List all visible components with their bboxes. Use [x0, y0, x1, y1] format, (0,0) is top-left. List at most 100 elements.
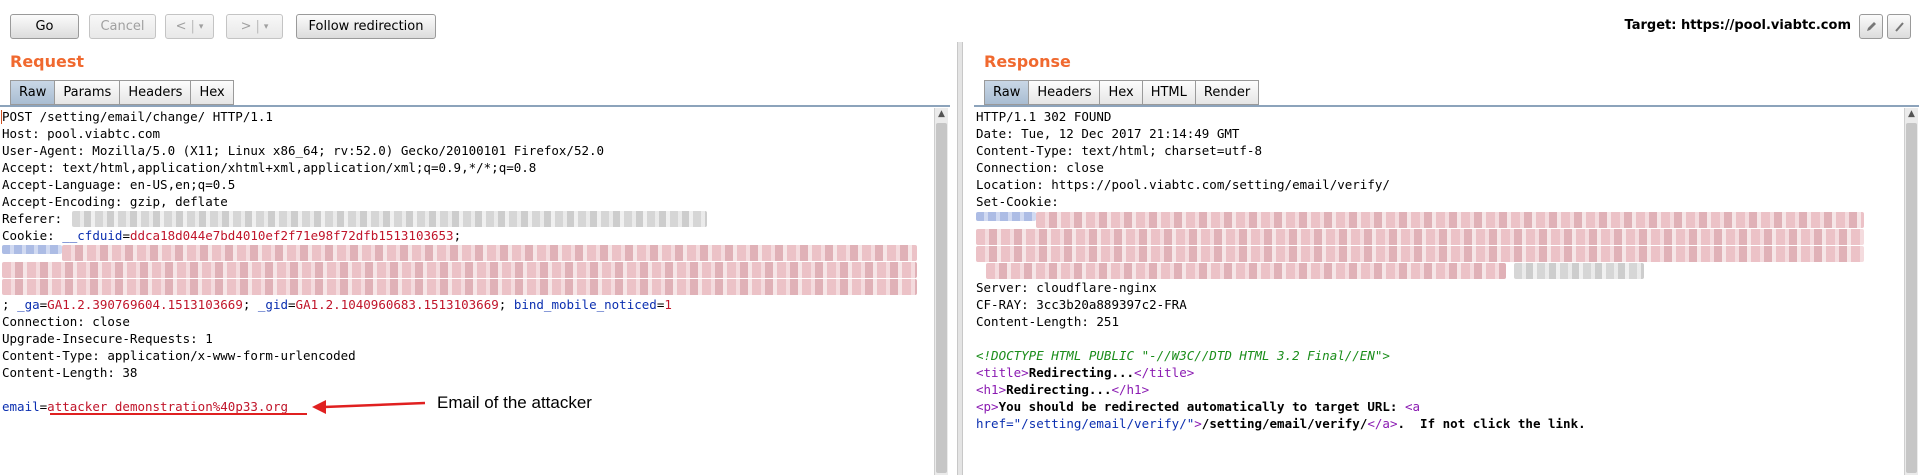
response-tab-hex[interactable]: Hex	[1100, 80, 1143, 105]
gid-sep: ;	[242, 297, 258, 312]
text-caret	[1, 110, 2, 124]
response-href-line: href="/setting/email/verify/">/setting/e…	[976, 415, 1586, 432]
request-scrollbar[interactable]: ▲	[934, 108, 948, 475]
request-editor[interactable]: POST /setting/email/change/ HTTP/1.1 Hos…	[0, 108, 934, 475]
request-line: Accept: text/html,application/xhtml+xml,…	[2, 160, 537, 175]
ga-name: _ga	[17, 297, 40, 312]
response-tab-underline	[974, 105, 1919, 107]
redacted-set-cookie	[1514, 263, 1644, 279]
response-line: Date: Tue, 12 Dec 2017 21:14:49 GMT	[976, 126, 1240, 141]
response-line: Set-Cookie:	[976, 194, 1059, 209]
a-gt: >	[1194, 416, 1202, 431]
cookie-value: ddca18d044e7bd4010ef2f71e98f72dfb1513103…	[129, 228, 454, 243]
request-line: User-Agent: Mozilla/5.0 (X11; Linux x86_…	[2, 143, 605, 158]
request-line: Accept-Encoding: gzip, deflate	[2, 194, 228, 209]
annotation-label: Email of the attacker	[437, 393, 592, 412]
pencil-icon[interactable]	[1859, 14, 1883, 39]
go-label: Go	[35, 19, 54, 34]
request-line: Referer:	[2, 211, 63, 226]
body-param-value: attacker_demonstration%40p33.org	[47, 399, 288, 414]
annotation-arrow-icon	[312, 400, 426, 414]
request-line: POST /setting/email/change/ HTTP/1.1	[2, 109, 273, 124]
cancel-label: Cancel	[100, 19, 145, 34]
cancel-button[interactable]: Cancel	[89, 14, 156, 39]
bind-sep: ;	[498, 297, 514, 312]
a-close-tag: </a>	[1367, 416, 1398, 431]
title-close-tag: </title>	[1134, 365, 1195, 380]
request-line: Connection: close	[2, 314, 130, 329]
forward-arrow-icon: >	[240, 19, 252, 34]
cookie-label: Cookie:	[2, 228, 63, 243]
redacted-cookie	[2, 245, 62, 254]
ga-value: GA1.2.390769604.1513103669	[47, 297, 243, 312]
redacted-cookie	[62, 245, 917, 261]
response-title: Response	[984, 52, 1071, 71]
response-scrollbar[interactable]: ▲	[1904, 108, 1918, 475]
follow-redirection-label: Follow redirection	[308, 19, 424, 34]
gid-eq: =	[288, 297, 296, 312]
request-tabs: Raw Params Headers Hex	[10, 80, 234, 105]
request-line: Accept-Language: en-US,en;q=0.5	[2, 177, 236, 192]
href-value: "/setting/email/verify/"	[1013, 416, 1195, 431]
response-tab-headers[interactable]: Headers	[1029, 80, 1101, 105]
scroll-up-arrow-icon[interactable]: ▲	[935, 108, 948, 121]
bind-value: 1	[664, 297, 672, 312]
cookie-eq: =	[122, 228, 130, 243]
redacted-set-cookie	[976, 229, 1864, 245]
response-line: Content-Type: text/html; charset=utf-8	[976, 143, 1262, 158]
p-open-tag: <p>	[976, 399, 999, 414]
request-line: Content-Length: 38	[2, 365, 138, 380]
back-button[interactable]: < | ▾	[165, 14, 214, 39]
request-tab-underline	[0, 105, 950, 107]
redacted-set-cookie	[986, 263, 1506, 279]
title-open-tag: <title>	[976, 365, 1029, 380]
forward-history-dropdown-icon[interactable]: ▾	[264, 22, 269, 32]
response-line: Connection: close	[976, 160, 1104, 175]
tail-text: . If not click the link.	[1397, 416, 1586, 431]
response-line: Location: https://pool.viabtc.com/settin…	[976, 177, 1390, 192]
redacted-cookie	[2, 279, 917, 295]
redacted-cookie	[2, 262, 917, 278]
response-line: HTTP/1.1 302 FOUND	[976, 109, 1112, 124]
response-doctype-line: <!DOCTYPE HTML PUBLIC "-//W3C//DTD HTML …	[976, 348, 1390, 363]
response-tab-raw[interactable]: Raw	[984, 80, 1030, 105]
response-title-line: <title>Redirecting...</title>	[976, 364, 1194, 381]
request-tab-hex[interactable]: Hex	[191, 80, 234, 105]
follow-redirection-button[interactable]: Follow redirection	[296, 14, 436, 39]
cookie-name: __cfduid	[62, 228, 123, 243]
redacted-set-cookie	[976, 212, 1036, 221]
title-text: Redirecting...	[1028, 365, 1135, 380]
request-line: Content-Type: application/x-www-form-url…	[2, 348, 356, 363]
request-title: Request	[10, 52, 85, 71]
attacker-email-underline	[50, 413, 307, 415]
go-button[interactable]: Go	[10, 14, 79, 39]
p-text: You should be redirected automatically t…	[998, 399, 1405, 414]
response-line: Content-Length: 251	[976, 314, 1119, 329]
redacted-set-cookie	[976, 246, 1864, 262]
h1-close-tag: </h1>	[1111, 382, 1150, 397]
cookie-semicolon: ;	[453, 228, 462, 243]
pane-divider[interactable]	[957, 42, 963, 475]
response-tab-render[interactable]: Render	[1195, 80, 1260, 105]
request-tab-headers[interactable]: Headers	[120, 80, 192, 105]
help-icon[interactable]	[1887, 14, 1911, 39]
request-cookie-tail-line: ; _ga=GA1.2.390769604.1513103669; _gid=G…	[2, 296, 672, 313]
request-cookie-line: Cookie: __cfduid=ddca18d044e7bd4010ef2f7…	[2, 227, 461, 244]
response-tabs: Raw Headers Hex HTML Render	[984, 80, 1260, 105]
scroll-up-arrow-icon[interactable]: ▲	[1905, 108, 1918, 121]
ga-prefix: ;	[2, 297, 18, 312]
response-editor[interactable]: HTTP/1.1 302 FOUND Date: Tue, 12 Dec 201…	[974, 108, 1904, 475]
response-tab-html[interactable]: HTML	[1142, 80, 1196, 105]
target-label: Target: https://pool.viabtc.com	[1624, 18, 1851, 33]
forward-button[interactable]: > | ▾	[226, 14, 283, 39]
request-tab-raw[interactable]: Raw	[10, 80, 56, 105]
href-attr: href=	[976, 416, 1014, 431]
bind-name: bind_mobile_noticed	[513, 297, 657, 312]
request-tab-params[interactable]: Params	[55, 80, 121, 105]
back-history-dropdown-icon[interactable]: ▾	[199, 22, 204, 32]
request-scrollbar-thumb[interactable]	[936, 123, 947, 473]
response-line: Server: cloudflare-nginx	[976, 280, 1157, 295]
response-p-line: <p>You should be redirected automaticall…	[976, 398, 1420, 415]
response-scrollbar-thumb[interactable]	[1906, 123, 1917, 473]
a-open-tag: <a	[1404, 399, 1421, 414]
